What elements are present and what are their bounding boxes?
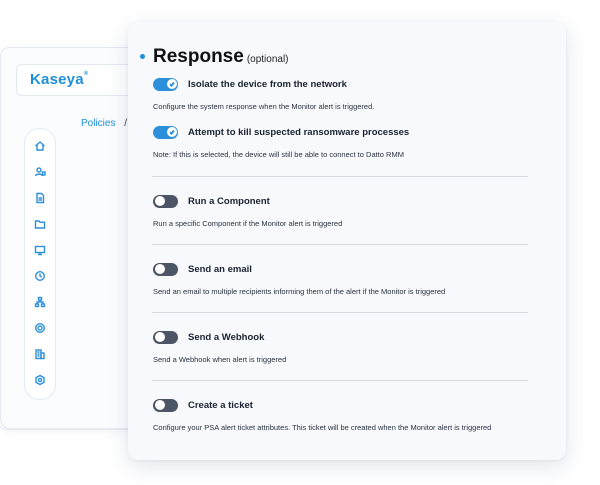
breadcrumb-separator: / — [124, 118, 128, 129]
desktop-icon[interactable] — [33, 243, 47, 257]
folder-icon[interactable] — [33, 217, 47, 231]
optional-label: (optional) — [246, 54, 289, 65]
option-label: Attempt to kill suspected ransomware pro… — [188, 126, 410, 138]
option-description: Note: If this is selected, the device wi… — [153, 150, 404, 159]
create-ticket-toggle[interactable] — [153, 398, 178, 412]
option-label: Run a Component — [188, 195, 270, 207]
option-isolate-device: Isolate the device from the network Conf… — [153, 76, 553, 111]
option-run-component: Run a Component Run a specific Component… — [153, 193, 553, 228]
settings-icon[interactable] — [33, 373, 47, 387]
option-label: Create a ticket — [188, 399, 253, 411]
response-panel: Response (optional) Isolate the device f… — [128, 22, 566, 460]
option-send-webhook: Send a Webhook Send a Webhook when alert… — [153, 329, 553, 364]
option-create-ticket: Create a ticket Configure your PSA alert… — [153, 397, 553, 432]
user-device-icon[interactable] — [33, 165, 47, 179]
page-title: Response — [153, 46, 244, 67]
building-icon[interactable] — [33, 347, 47, 361]
gear-cluster-icon[interactable] — [33, 321, 47, 335]
response-header: Response (optional) — [140, 46, 289, 68]
option-description: Send a Webhook when alert is triggered — [153, 355, 287, 364]
option-label: Send an email — [188, 263, 252, 275]
run-component-toggle[interactable] — [153, 194, 178, 208]
option-kill-ransomware: Attempt to kill suspected ransomware pro… — [153, 124, 553, 159]
breadcrumb-policies[interactable]: Policies — [81, 118, 115, 129]
title-bullet — [140, 54, 145, 59]
send-email-toggle[interactable] — [153, 262, 178, 276]
clock-icon[interactable] — [33, 269, 47, 283]
breadcrumb: Policies / — [81, 118, 127, 129]
document-icon[interactable] — [33, 191, 47, 205]
network-icon[interactable] — [33, 295, 47, 309]
option-description: Send an email to multiple recipients inf… — [153, 287, 446, 296]
divider — [152, 176, 528, 177]
divider — [152, 380, 528, 381]
divider — [152, 312, 528, 313]
option-description: Configure your PSA alert ticket attribut… — [153, 423, 492, 432]
option-description: Configure the system response when the M… — [153, 102, 375, 111]
option-label: Send a Webhook — [188, 331, 265, 343]
option-label: Isolate the device from the network — [188, 78, 347, 90]
sidebar — [24, 128, 56, 400]
divider — [152, 244, 528, 245]
kaseya-logo[interactable]: Kaseya® — [30, 71, 88, 88]
check-icon — [168, 129, 175, 135]
check-icon — [168, 81, 175, 87]
isolate-device-toggle[interactable] — [153, 77, 178, 91]
kill-ransomware-toggle[interactable] — [153, 125, 178, 139]
send-webhook-toggle[interactable] — [153, 330, 178, 344]
home-icon[interactable] — [33, 139, 47, 153]
option-send-email: Send an email Send an email to multiple … — [153, 261, 553, 296]
option-description: Run a specific Component if the Monitor … — [153, 219, 343, 228]
